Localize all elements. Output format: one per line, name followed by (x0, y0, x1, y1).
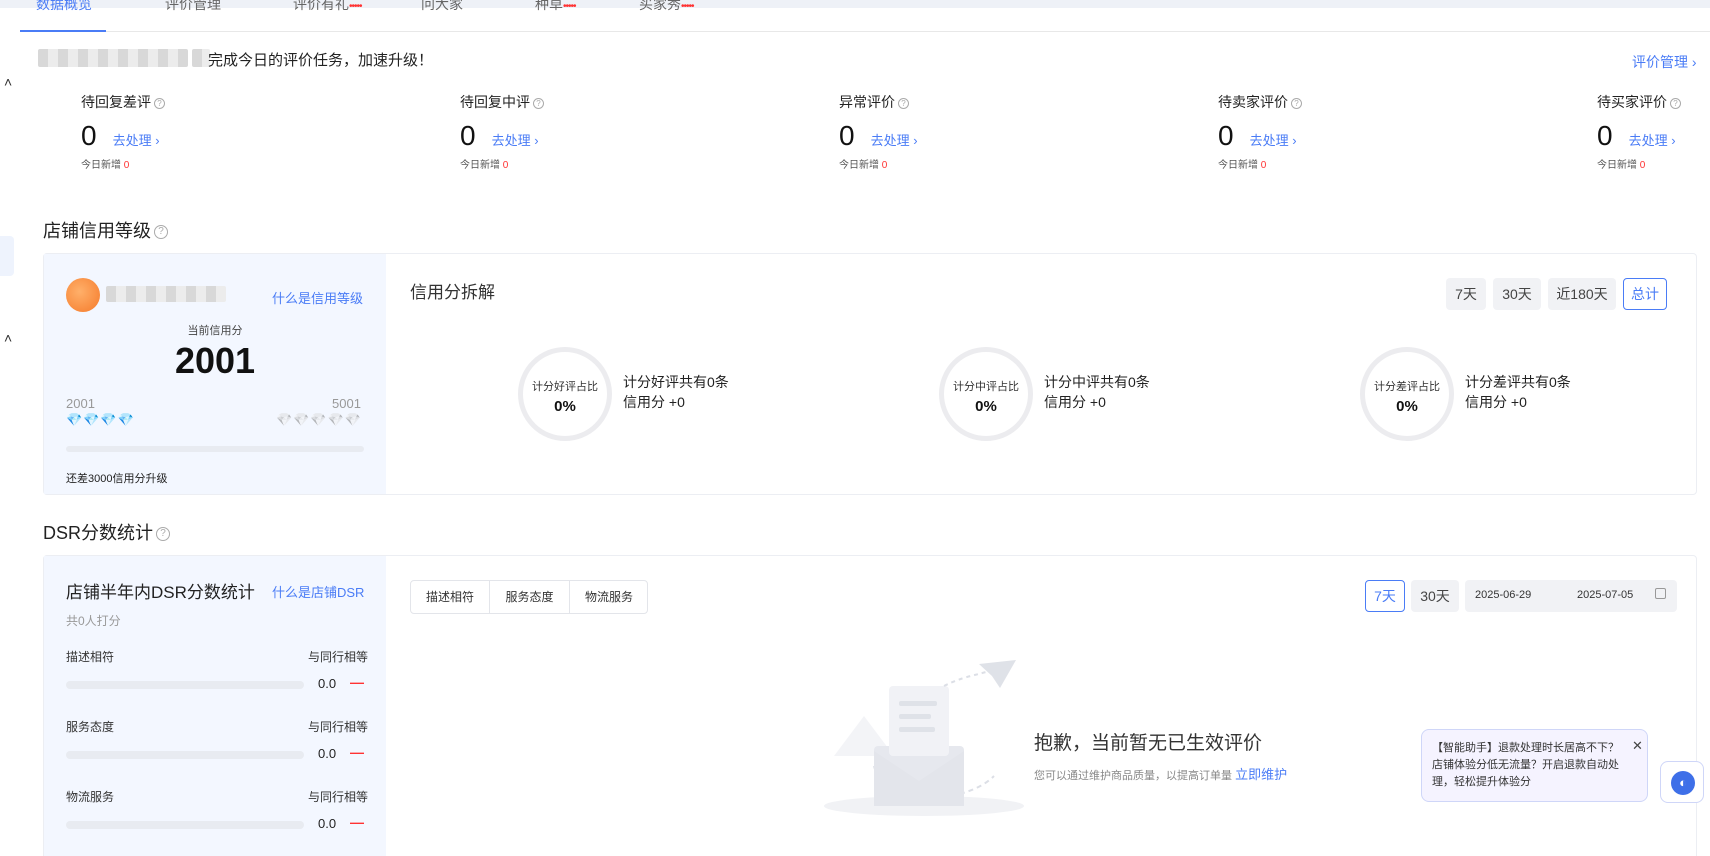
positive-ring-text: 计分好评共有0条 信用分 +0 (623, 374, 729, 410)
credit-progress-bar (66, 446, 364, 452)
dsr-row-bar (66, 751, 304, 759)
breakdown-title: 信用分拆解 (410, 283, 495, 302)
credit-card: 什么是信用等级 当前信用分 2001 2001 5001 💎💎💎💎 💎💎💎💎💎 … (43, 253, 1697, 495)
positive-ratio-ring: 计分好评占比 0% (518, 347, 612, 441)
help-icon[interactable]: ? (1291, 97, 1302, 109)
current-credit-value: 2001 (174, 340, 256, 381)
dsr-period-7d-button[interactable]: 7天 (1365, 580, 1405, 612)
dsr-row-value: 0.0 (318, 676, 337, 691)
tab-review-management[interactable]: 评价管理 (165, 0, 221, 14)
dsr-segment-control: 描述相符 服务态度 物流服务 (410, 580, 648, 614)
help-icon[interactable]: ? (533, 97, 544, 109)
period-total-button[interactable]: 总计 (1623, 278, 1667, 310)
diamond-next-level-icon: 💎💎💎💎💎 (276, 412, 362, 427)
collapse-arrow-icon[interactable]: ˄ (4, 74, 12, 90)
upgrade-text: 还差3000信用分升级 (66, 473, 168, 485)
collapse-arrow-icon[interactable]: ˄ (4, 330, 12, 346)
maintain-now-link[interactable]: 立即维护 (1235, 767, 1287, 782)
credit-min: 2001 (66, 396, 95, 411)
dsr-row-value: 0.0 (318, 746, 337, 761)
dsr-row-label: 服务态度 (66, 720, 115, 734)
dsr-row-compare: 与同行相等 (308, 720, 369, 734)
active-tab-underline (20, 30, 106, 32)
help-icon[interactable]: ? (156, 527, 171, 542)
side-handle[interactable] (0, 236, 14, 276)
dsr-row-compare: 与同行相等 (308, 790, 369, 804)
dsr-row-trend: — (350, 814, 364, 830)
tab-buyer-show[interactable]: 买家秀••••• (639, 0, 694, 14)
close-icon[interactable]: ✕ (1632, 738, 1643, 754)
stat-negative-reply: 待回复差评? 0 去处理 › 今日新增 0 (81, 92, 165, 171)
diamond-level-icon: 💎💎💎💎 (66, 412, 135, 427)
assistant-popup: 【智能助手】退款处理时长居高不下？店铺体验分低无流量？开启退款自动处理，轻松提升… (1421, 729, 1648, 802)
tab-bar: 数据概览 评价管理 评价有礼••••• 问大家 种草••••• 买家秀••••• (20, 0, 1710, 32)
assistant-text: 【智能助手】退款处理时长居高不下？店铺体验分低无流量？开启退款自动处理，轻松提升… (1432, 742, 1619, 788)
process-link[interactable]: 去处理 › (1250, 133, 1297, 148)
segment-description[interactable]: 描述相符 (411, 581, 490, 613)
avatar (66, 278, 100, 312)
current-credit-label: 当前信用分 (187, 325, 243, 337)
empty-desc: 您可以通过维护商品质量，以提高订单量 立即维护 (1034, 767, 1288, 782)
help-icon[interactable]: ? (1670, 97, 1681, 109)
period-180d-button[interactable]: 近180天 (1548, 278, 1616, 310)
task-banner-text: 完成今日的评价任务，加速升级！ (208, 52, 434, 69)
segment-logistics[interactable]: 物流服务 (570, 581, 648, 613)
dsr-card-title: 店铺半年内DSR分数统计 (66, 583, 255, 602)
assistant-logo-icon: ◐ (1671, 771, 1695, 795)
neutral-ratio-ring: 计分中评占比 0% (939, 347, 1033, 441)
dsr-row-trend: — (350, 674, 364, 690)
process-link[interactable]: 去处理 › (1629, 133, 1676, 148)
dsr-row-compare: 与同行相等 (308, 650, 369, 664)
dsr-period-30d-button[interactable]: 30天 (1411, 580, 1459, 612)
process-link[interactable]: 去处理 › (871, 133, 918, 148)
dsr-card: 店铺半年内DSR分数统计 什么是店铺DSR 共0人打分 描述相符 与同行相等 0… (43, 555, 1697, 856)
assistant-button[interactable]: ◐ (1660, 761, 1704, 803)
blurred-shop-name (106, 286, 226, 302)
credit-max: 5001 (332, 396, 361, 411)
segment-service[interactable]: 服务态度 (490, 581, 570, 613)
dsr-left-panel: 店铺半年内DSR分数统计 什么是店铺DSR 共0人打分 描述相符 与同行相等 0… (44, 556, 386, 856)
what-is-credit-link[interactable]: 什么是信用等级 (272, 288, 363, 307)
stat-seller-review: 待卖家评价? 0 去处理 › 今日新增 0 (1218, 92, 1302, 171)
dsr-row-value: 0.0 (318, 816, 337, 831)
neutral-ring-text: 计分中评共有0条 信用分 +0 (1044, 374, 1150, 410)
calendar-icon (1655, 588, 1666, 599)
tab-overview[interactable]: 数据概览 (36, 0, 92, 14)
process-link[interactable]: 去处理 › (113, 133, 160, 148)
dsr-row-label: 物流服务 (66, 790, 115, 804)
dsr-row-bar (66, 821, 304, 829)
tab-ask-everyone[interactable]: 问大家 (421, 0, 463, 14)
review-manage-link[interactable]: 评价管理 › (1632, 52, 1697, 72)
dsr-row-label: 描述相符 (66, 650, 115, 664)
negative-ratio-ring: 计分差评占比 0% (1360, 347, 1454, 441)
empty-title: 抱歉，当前暂无已生效评价 (1034, 733, 1263, 754)
empty-mail-illustration-icon (824, 660, 1024, 816)
help-icon[interactable]: ? (154, 225, 168, 240)
blurred-shop-name (38, 49, 188, 67)
dsr-section-title: DSR分数统计? (43, 519, 171, 545)
credit-left-panel: 什么是信用等级 当前信用分 2001 2001 5001 💎💎💎💎 💎💎💎💎💎 … (44, 254, 386, 494)
stat-buyer-review: 待买家评价? 0 去处理 › 今日新增 0 (1597, 92, 1681, 171)
period-30d-button[interactable]: 30天 (1493, 278, 1541, 310)
help-icon[interactable]: ? (154, 97, 165, 109)
period-7d-button[interactable]: 7天 (1446, 278, 1486, 310)
what-is-dsr-link[interactable]: 什么是店铺DSR (272, 582, 364, 601)
help-icon[interactable]: ? (898, 97, 909, 109)
date-range-picker[interactable]: 2025-06-29 2025-07-05 (1465, 580, 1677, 612)
tab-seeding[interactable]: 种草••••• (535, 0, 576, 14)
stat-abnormal: 异常评价? 0 去处理 › 今日新增 0 (839, 94, 918, 171)
negative-ring-text: 计分差评共有0条 信用分 +0 (1465, 374, 1571, 410)
date-end: 2025-07-05 (1577, 589, 1634, 601)
date-start: 2025-06-29 (1475, 589, 1532, 601)
process-link[interactable]: 去处理 › (492, 133, 539, 148)
stat-neutral-reply: 待回复中评? 0 去处理 › 今日新增 0 (460, 92, 544, 171)
credit-section-title: 店铺信用等级? (43, 217, 168, 243)
dsr-row-trend: — (350, 744, 364, 760)
tab-review-gift[interactable]: 评价有礼••••• (293, 0, 362, 14)
dsr-row-bar (66, 681, 304, 689)
dsr-raters: 共0人打分 (66, 614, 121, 628)
